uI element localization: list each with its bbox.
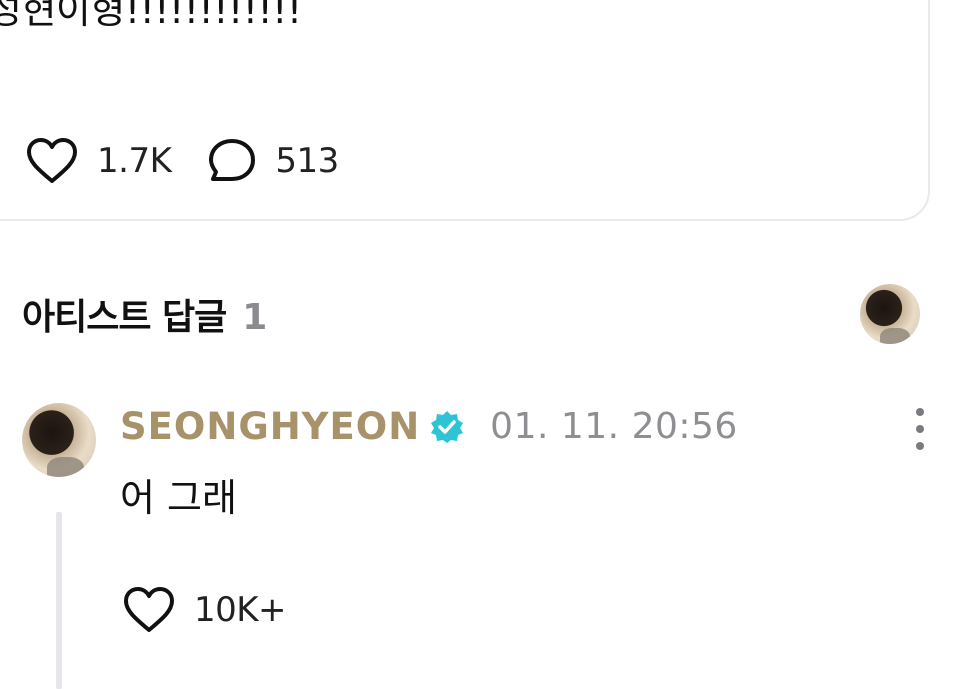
comment-header: SEONGHYEON 01. 11. 20:56: [120, 405, 738, 448]
speech-bubble-icon: [209, 139, 256, 181]
comment-author-name[interactable]: SEONGHYEON: [120, 405, 420, 448]
comment-like-count: 10K+: [194, 590, 287, 630]
post-comment-count: 513: [275, 141, 339, 181]
artist-replies-header: 아티스트 답글 1: [22, 288, 267, 340]
post-actions: 1.7K 513: [25, 137, 339, 185]
comment-text: 어 그래: [120, 476, 237, 520]
post-like-button[interactable]: 1.7K: [25, 137, 172, 185]
post-card: 성현이형!!!!!!!!!!!!: [0, 0, 930, 221]
more-dot-icon: [916, 442, 924, 450]
heart-outline-icon: [27, 138, 77, 183]
post-text: 성현이형!!!!!!!!!!!!: [0, 0, 302, 32]
more-options-button[interactable]: [906, 408, 934, 450]
post-like-count: 1.7K: [97, 141, 172, 181]
heart-outline-icon: [124, 587, 174, 632]
artist-replies-count: 1: [242, 297, 268, 338]
post-comment-button[interactable]: 513: [207, 137, 339, 185]
artist-replies-title: 아티스트 답글: [22, 297, 227, 338]
artist-avatar-button[interactable]: [860, 284, 920, 344]
comment-timestamp: 01. 11. 20:56: [490, 406, 738, 447]
verified-badge-icon: [430, 410, 464, 444]
thread-line: [56, 512, 62, 689]
more-dot-icon: [916, 408, 924, 416]
comment-author-avatar[interactable]: [22, 403, 96, 477]
comment-actions: 10K+: [122, 586, 287, 634]
comment-like-button[interactable]: 10K+: [122, 586, 287, 634]
more-dot-icon: [916, 425, 924, 433]
